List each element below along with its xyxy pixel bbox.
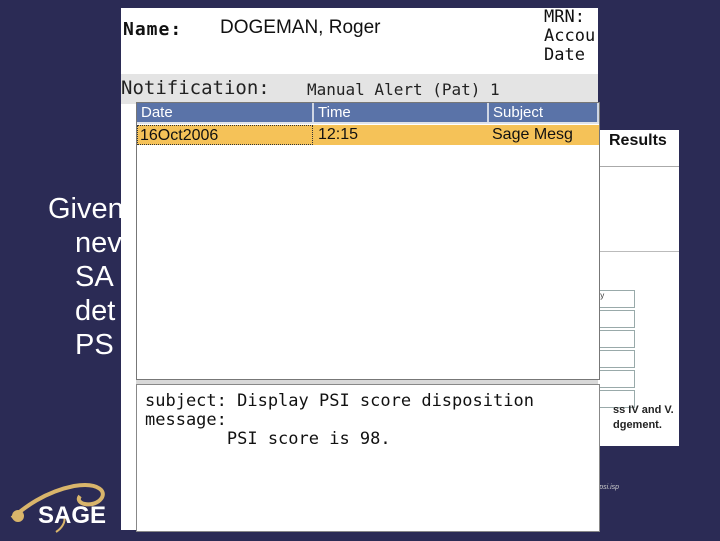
slide-body-text: Given nev SA det PS (48, 192, 128, 362)
table-row[interactable]: 16Oct2006 12:15 Sage Mesg (137, 125, 599, 145)
notification-label: Notification: (121, 77, 270, 99)
slide-text-line: SA (75, 261, 114, 293)
results-title: Results (609, 132, 667, 149)
results-note-line: ss IV and V. (613, 404, 674, 416)
results-field[interactable] (597, 330, 635, 348)
row-time: 12:15 (318, 126, 359, 143)
column-header-subject[interactable]: Subject (489, 103, 599, 122)
results-panel: Results ty ss IV and V. dgement. rapsi.i… (590, 130, 679, 491)
notification-bar: Notification: Manual Alert (Pat) 1 (121, 74, 598, 104)
slide-text-line: det (75, 295, 116, 327)
message-body: subject: Display PSI score disposition m… (136, 384, 600, 532)
message-subject: subject: Display PSI score disposition (145, 391, 534, 411)
results-field[interactable] (597, 310, 635, 328)
results-note-line: dgement. (613, 419, 662, 431)
column-header-time[interactable]: Time (314, 103, 489, 122)
results-field-list: ty (597, 290, 635, 410)
column-header-date[interactable]: Date (137, 103, 314, 122)
results-field[interactable] (597, 350, 635, 368)
alert-window: Name: DOGEMAN, Roger MRN: Accou Date Not… (121, 8, 600, 532)
patient-header: Name: DOGEMAN, Roger MRN: Accou Date (121, 8, 598, 72)
alert-list[interactable]: Date Time Subject 16Oct2006 12:15 Sage M… (136, 102, 600, 380)
slide-text-line: PS (75, 329, 114, 361)
divider (591, 251, 679, 252)
results-field[interactable] (597, 370, 635, 388)
message-label: message: (145, 410, 227, 430)
patient-ids: MRN: Accou Date (544, 8, 595, 65)
slide-text-line: nev (75, 227, 122, 259)
patient-name: DOGEMAN, Roger (220, 17, 381, 38)
sage-logo-text: SAGE (38, 502, 107, 529)
results-field-header: ty (597, 290, 635, 308)
slide-text-line: Given (48, 193, 124, 225)
name-label: Name: (123, 19, 183, 40)
divider (591, 166, 679, 167)
date-label: Date (544, 45, 585, 65)
row-subject: Sage Mesg (492, 126, 573, 143)
row-date: 16Oct2006 (137, 125, 313, 145)
mrn-label: MRN: (544, 7, 585, 27)
message-text: PSI score is 98. (145, 429, 391, 449)
alert-list-header: Date Time Subject (137, 103, 599, 124)
account-label: Accou (544, 26, 596, 46)
notification-type: Manual Alert (Pat) 1 (307, 80, 500, 99)
results-note: ss IV and V. dgement. (613, 403, 674, 433)
sage-logo: SAGE (4, 478, 114, 536)
